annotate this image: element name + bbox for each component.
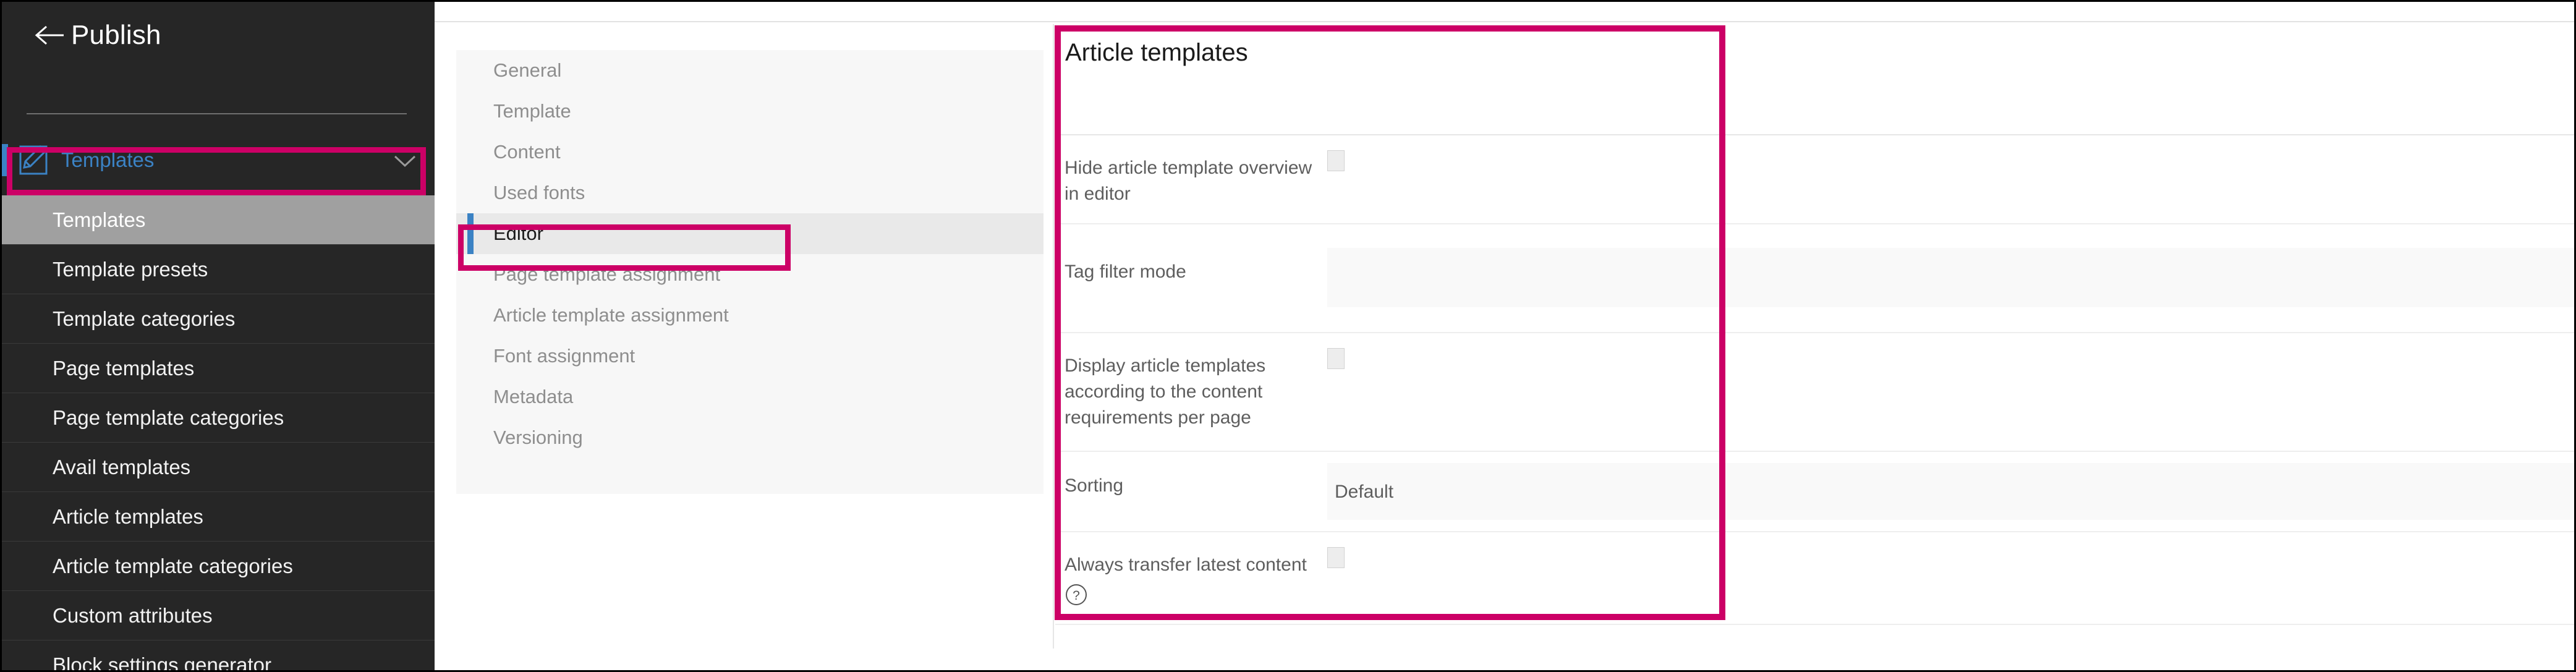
sidebar-group-templates[interactable]: Templates [2, 141, 435, 179]
always-transfer-latest-content-checkbox[interactable] [1327, 547, 1345, 568]
sidebar-item-block-settings-generator[interactable]: Block settings generator [2, 640, 435, 672]
sidebar-group-label: Templates [61, 148, 155, 171]
settings-nav-column: General Template Content Used fonts Edit… [456, 50, 1044, 494]
sidebar-nav-list: Templates Template presets Template cate… [2, 195, 435, 672]
display-article-templates-checkbox[interactable] [1327, 348, 1345, 369]
sorting-value: Default [1335, 482, 1394, 502]
settings-nav-label: Page template assignment [493, 263, 721, 285]
settings-nav-label: Font assignment [493, 345, 635, 367]
settings-nav-item-template[interactable]: Template [456, 91, 1044, 132]
settings-nav-item-article-template-assignment[interactable]: Article template assignment [456, 295, 1044, 336]
sidebar-item-avail-templates[interactable]: Avail templates [2, 443, 435, 492]
settings-form: Hide article template overview in editor… [1055, 135, 2574, 670]
sidebar-item-article-template-categories[interactable]: Article template categories [2, 542, 435, 591]
svg-text:?: ? [1073, 589, 1080, 603]
panel-title: Article templates [1065, 39, 1248, 66]
settings-nav-label: Content [493, 141, 561, 163]
settings-nav-label: Used fonts [493, 182, 585, 203]
help-circle-icon[interactable]: ? [1065, 583, 1088, 606]
settings-nav-item-editor[interactable]: Editor [456, 213, 1044, 254]
sidebar-item-label: Article template categories [53, 554, 293, 577]
arrow-left-icon[interactable] [34, 23, 66, 48]
field-row-display-article-templates: Display article templates according to t… [1055, 333, 2574, 451]
sidebar-item-label: Page templates [53, 356, 195, 380]
sidebar-item-template-categories[interactable]: Template categories [2, 294, 435, 344]
left-sidebar: Publish Templates Templates Template pre… [2, 2, 435, 672]
sidebar-divider [27, 113, 407, 114]
sidebar-item-label: Article templates [53, 504, 203, 528]
tag-filter-mode-select[interactable] [1327, 248, 2574, 307]
field-row-hide-article-template-overview: Hide article template overview in editor [1055, 135, 2574, 223]
settings-nav-item-font-assignment[interactable]: Font assignment [456, 336, 1044, 376]
field-row-tag-filter-mode: Tag filter mode [1055, 224, 2574, 332]
field-control [1327, 333, 2574, 372]
article-templates-panel: Article templates Hide article template … [1053, 24, 2574, 649]
sidebar-item-label: Templates [53, 208, 146, 231]
sidebar-item-label: Avail templates [53, 455, 191, 478]
sorting-select[interactable]: Default [1327, 463, 2574, 520]
sidebar-item-label: Template categories [53, 307, 236, 330]
sidebar-item-label: Template presets [53, 257, 208, 281]
field-control [1327, 224, 2574, 307]
sidebar-item-custom-attributes[interactable]: Custom attributes [2, 591, 435, 640]
field-label: Hide article template overview in editor [1065, 158, 1312, 204]
group-active-accent-bar [2, 144, 8, 176]
page-title: Publish [71, 20, 161, 50]
settings-nav-item-metadata[interactable]: Metadata [456, 376, 1044, 417]
sidebar-item-templates[interactable]: Templates [2, 195, 435, 245]
settings-nav-label: General [493, 59, 562, 81]
field-control [1327, 135, 2574, 174]
sidebar-item-label: Page template categories [53, 406, 284, 429]
sidebar-item-page-template-categories[interactable]: Page template categories [2, 393, 435, 443]
field-control [1327, 532, 2574, 571]
field-label: Display article templates according to t… [1065, 355, 1266, 428]
edit-pencil-icon [19, 145, 48, 175]
field-label: Always transfer latest content [1065, 555, 1307, 575]
settings-nav-label: Article template assignment [493, 304, 729, 326]
sidebar-header: Publish [2, 2, 435, 69]
settings-nav-item-content[interactable]: Content [456, 132, 1044, 172]
settings-nav-label: Editor [493, 223, 543, 244]
field-label-wrap: Always transfer latest content ? [1055, 532, 1327, 606]
chevron-down-icon[interactable] [393, 153, 417, 168]
field-row-always-transfer-latest-content: Always transfer latest content ? [1055, 532, 2574, 624]
sidebar-item-template-presets[interactable]: Template presets [2, 245, 435, 294]
field-row-sorting: Sorting Default [1055, 452, 2574, 531]
hide-article-template-overview-checkbox[interactable] [1327, 150, 1345, 171]
settings-nav-item-versioning[interactable]: Versioning [456, 417, 1044, 458]
sidebar-item-article-templates[interactable]: Article templates [2, 492, 435, 542]
sidebar-item-page-templates[interactable]: Page templates [2, 344, 435, 393]
sidebar-item-label: Custom attributes [53, 603, 213, 627]
sidebar-item-label: Block settings generator [53, 653, 272, 672]
field-label-empty [1055, 625, 1327, 645]
field-control: Default [1327, 452, 2574, 520]
settings-nav-item-used-fonts[interactable]: Used fonts [456, 172, 1044, 213]
settings-nav-label: Versioning [493, 427, 583, 448]
app-window: Publish Templates Templates Template pre… [0, 0, 2576, 672]
content-top-divider [435, 21, 2574, 22]
field-label: Tag filter mode [1065, 262, 1186, 282]
settings-nav-item-page-template-assignment[interactable]: Page template assignment [456, 254, 1044, 295]
settings-nav-item-general[interactable]: General [456, 50, 1044, 91]
settings-nav-label: Metadata [493, 386, 574, 407]
field-row-empty [1055, 625, 2574, 670]
settings-nav-label: Template [493, 100, 571, 122]
field-label: Sorting [1065, 475, 1124, 496]
